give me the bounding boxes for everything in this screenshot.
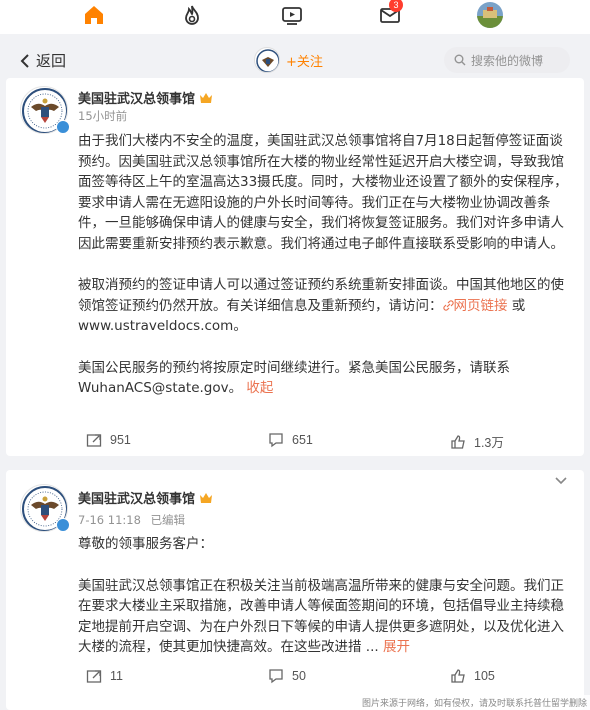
chevron-left-icon	[20, 53, 29, 68]
repost-count: 951	[110, 433, 131, 447]
me-avatar[interactable]	[470, 0, 510, 30]
post-time[interactable]: 15小时前	[78, 108, 127, 124]
comment-count: 651	[292, 433, 313, 447]
thumbs-up-icon	[451, 669, 465, 683]
post-greeting: 尊敬的领事服务客户：	[78, 536, 213, 552]
like-button[interactable]: 105	[450, 668, 495, 684]
search-icon	[454, 54, 466, 66]
repost-button[interactable]: 951	[86, 432, 131, 448]
search-input[interactable]: 搜索他的微博	[444, 47, 570, 73]
like-count: 105	[474, 669, 495, 683]
web-link[interactable]: 网页链接	[442, 297, 508, 314]
top-nav: 3	[0, 0, 590, 34]
post-text: 美国公民服务的预约将按原定时间继续进行。紧急美国公民服务，请联系WuhanACS…	[78, 359, 510, 397]
fire-icon[interactable]	[172, 0, 212, 30]
thumbs-up-icon	[451, 434, 465, 449]
crown-icon	[200, 492, 213, 503]
like-count: 1.3万	[474, 436, 504, 450]
repost-count: 11	[110, 669, 123, 683]
back-label: 返回	[36, 52, 67, 70]
weibo-post: 美国驻武汉总领事馆 7-16 11:18 已编辑 尊敬的领事服务客户： 美国驻武…	[6, 470, 584, 710]
post-paragraph: 美国驻武汉总领事馆正在积极关注当前极端高温所带来的健康与安全问题。我们正在要求大…	[78, 576, 574, 658]
expand-link[interactable]: 展开	[383, 639, 410, 655]
post-paragraph: 被取消预约的签证申请人可以通过签证预约系统重新安排面谈。中国其他地区的使领馆签证…	[78, 275, 574, 337]
comment-count: 50	[292, 669, 306, 683]
comment-icon	[269, 669, 283, 684]
post-content: 尊敬的领事服务客户： 美国驻武汉总领事馆正在积极关注当前极端高温所带来的健康与安…	[78, 534, 574, 658]
author-name[interactable]: 美国驻武汉总领事馆	[78, 488, 213, 507]
comment-button[interactable]: 50	[268, 668, 306, 684]
post-meta: 7-16 11:18 已编辑	[78, 512, 185, 528]
post-text: 美国驻武汉总领事馆正在积极关注当前极端高温所带来的健康与安全问题。我们正在要求大…	[78, 577, 564, 656]
crown-icon	[200, 92, 213, 103]
post-actions: 951 651 1.3万	[6, 432, 584, 452]
edited-label[interactable]: 已编辑	[151, 513, 186, 527]
post-content: 由于我们大楼内不安全的温度，美国驻武汉总领事馆将自7月18日起暂停签证面谈预约。…	[78, 131, 574, 399]
collapse-link[interactable]: 收起	[246, 380, 273, 396]
post-time[interactable]: 7-16 11:18	[78, 513, 141, 527]
back-button[interactable]: 返回	[18, 50, 66, 71]
repost-icon	[86, 670, 102, 683]
verified-icon	[56, 518, 70, 532]
account-avatar[interactable]	[254, 47, 280, 73]
post-actions: 11 50 105	[6, 668, 584, 688]
profile-header: 返回 +关注 搜索他的微博	[6, 44, 584, 78]
repost-icon	[86, 434, 102, 447]
ellipsis: ...	[365, 639, 383, 655]
chevron-down-icon[interactable]	[554, 476, 568, 486]
avatar	[477, 2, 503, 28]
mail-icon[interactable]: 3	[370, 0, 410, 30]
verified-icon	[56, 120, 70, 134]
comment-icon	[269, 433, 283, 448]
post-paragraph: 由于我们大楼内不安全的温度，美国驻武汉总领事馆将自7月18日起暂停签证面谈预约。…	[78, 133, 568, 252]
comment-button[interactable]: 651	[268, 432, 313, 448]
search-placeholder: 搜索他的微博	[471, 53, 544, 68]
video-icon[interactable]	[272, 0, 312, 30]
post-paragraph: 美国公民服务的预约将按原定时间继续进行。紧急美国公民服务，请联系WuhanACS…	[78, 358, 574, 399]
follow-button[interactable]: +关注	[286, 51, 323, 70]
like-button[interactable]: 1.3万	[450, 432, 504, 451]
weibo-post: 美国驻武汉总领事馆 15小时前 由于我们大楼内不安全的温度，美国驻武汉总领事馆将…	[6, 78, 584, 456]
watermark: 图片来源于网络，如有侵权，请及时联系托普仕留学删除	[358, 695, 590, 710]
link-icon	[442, 299, 454, 311]
author-name-text: 美国驻武汉总领事馆	[78, 492, 196, 507]
web-link-label: 网页链接	[453, 297, 508, 314]
home-icon[interactable]	[74, 0, 114, 30]
author-name[interactable]: 美国驻武汉总领事馆	[78, 88, 213, 107]
repost-button[interactable]: 11	[86, 668, 123, 684]
author-name-text: 美国驻武汉总领事馆	[78, 92, 196, 107]
